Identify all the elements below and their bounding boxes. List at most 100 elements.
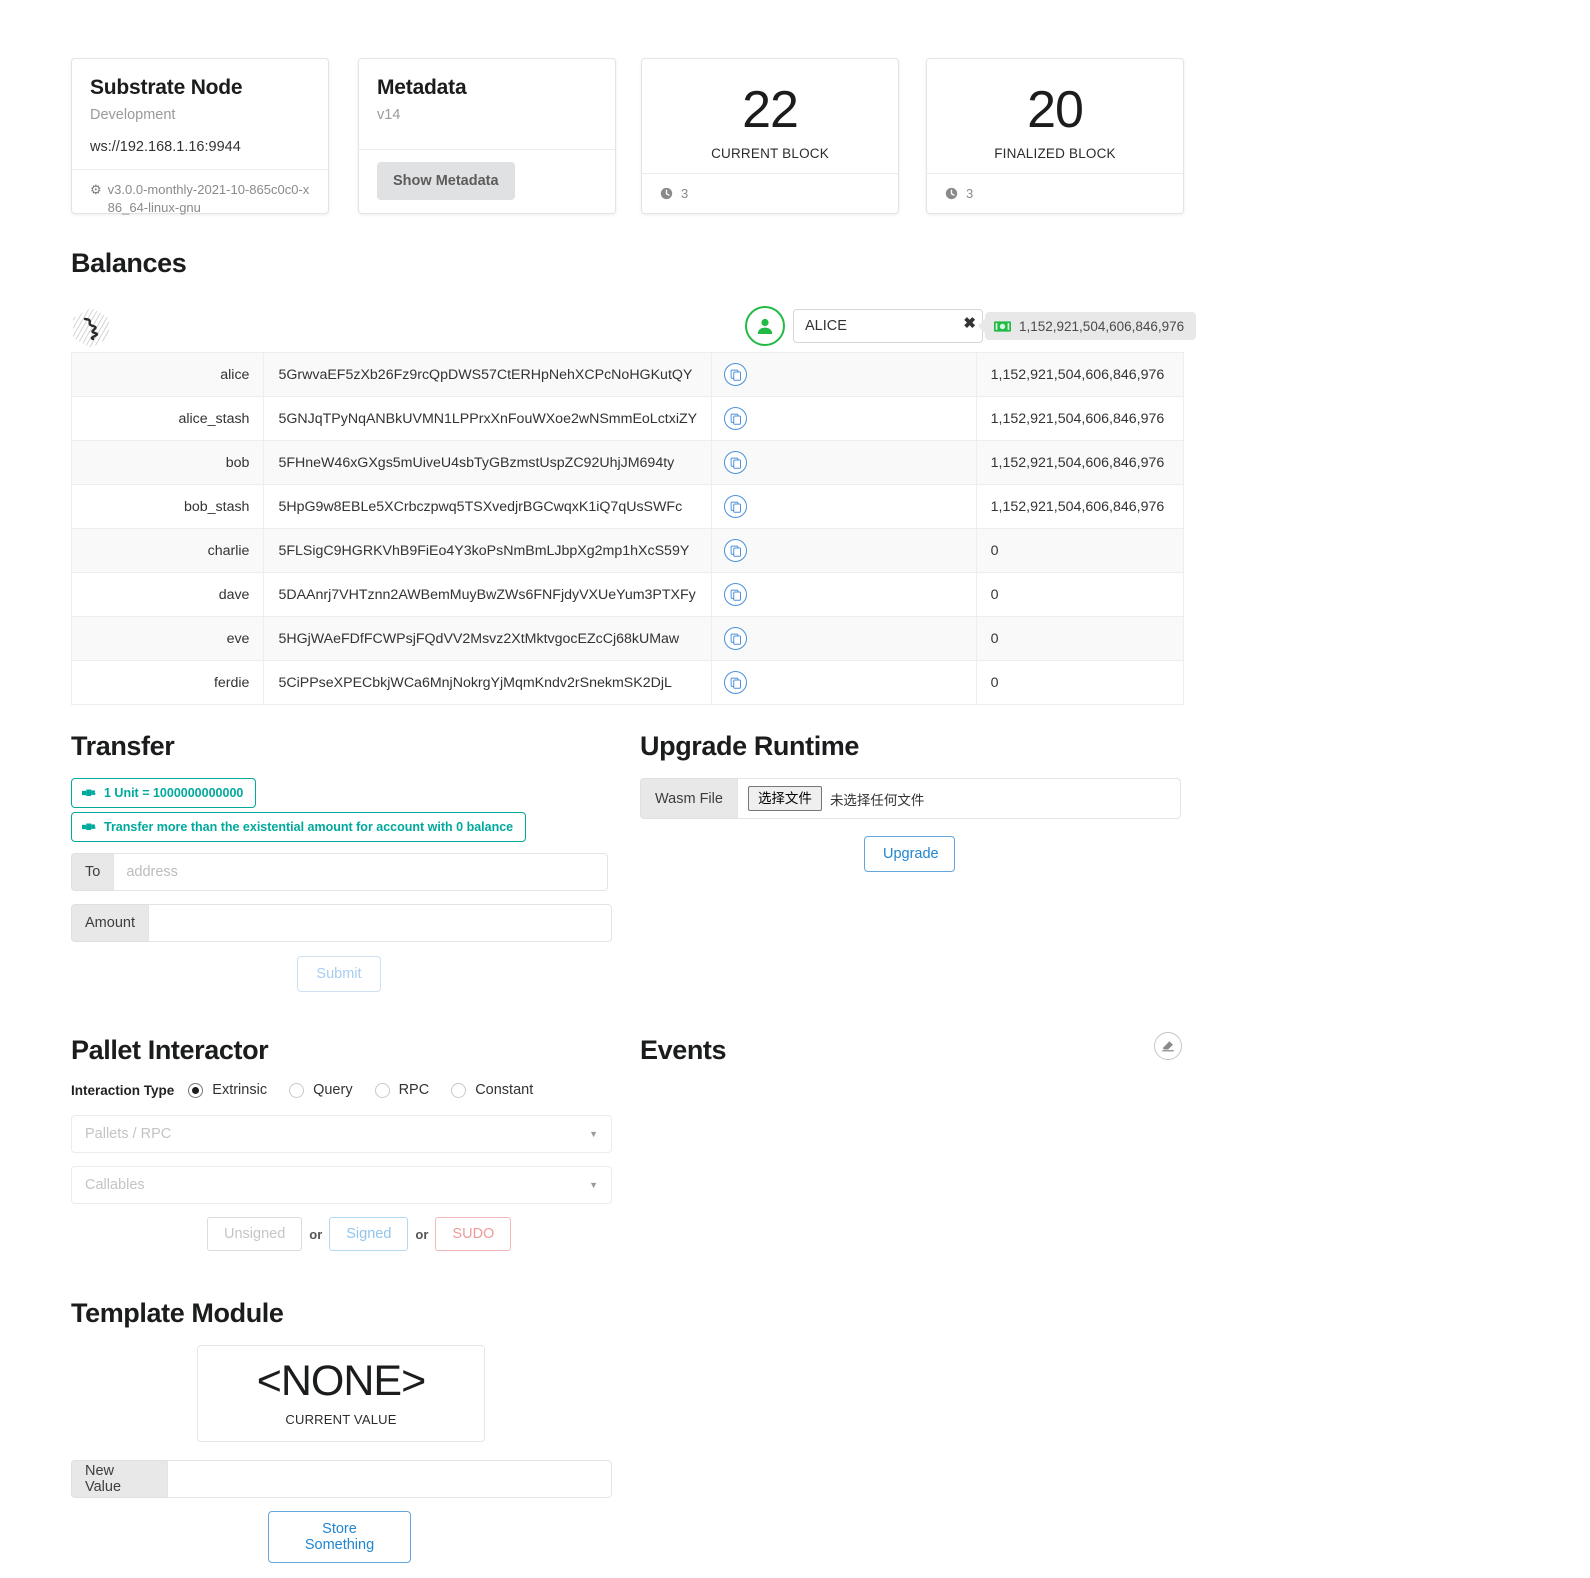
interaction-type-option[interactable]: RPC bbox=[374, 1082, 429, 1098]
store-something-button[interactable]: Store Something bbox=[268, 1511, 411, 1563]
copy-cell bbox=[711, 484, 977, 529]
table-row: dave 5DAAnrj7VHTznn2AWBemMuyBwZWs6FNFjdyV… bbox=[70, 572, 1185, 617]
account-address-cell: 5HGjWAeFDfFCWPsjFQdVV2Msvz2XtMktvgocEZcC… bbox=[263, 616, 713, 661]
account-name-cell: charlie bbox=[70, 528, 265, 573]
transfer-amount-row: Amount bbox=[71, 904, 612, 942]
account-input-wrapper: ✖ bbox=[793, 309, 983, 343]
radio-icon[interactable] bbox=[188, 1082, 204, 1098]
new-value-label: New Value bbox=[71, 1460, 167, 1498]
account-balance-value: 1,152,921,504,606,846,976 bbox=[1019, 318, 1185, 334]
radio-icon[interactable] bbox=[451, 1082, 467, 1098]
interaction-type-option[interactable]: Extrinsic bbox=[188, 1082, 267, 1098]
transfer-amount-input[interactable] bbox=[147, 904, 612, 942]
interaction-type-option[interactable]: Query bbox=[289, 1082, 353, 1098]
show-metadata-button[interactable]: Show Metadata bbox=[377, 162, 515, 200]
pallets-select[interactable]: Pallets / RPC ▼ bbox=[71, 1115, 612, 1153]
finalized-block-time: 3 bbox=[966, 186, 974, 201]
account-address-cell: 5HpG9w8EBLe5XCrbczpwq5TSXvedjrBGCwqxK1iQ… bbox=[263, 484, 713, 529]
table-row: alice_stash 5GNJqTPyNqANBkUVMN1LPPrxXnFou… bbox=[70, 396, 1185, 441]
transfer-amount-label: Amount bbox=[71, 904, 148, 942]
user-icon bbox=[745, 306, 785, 346]
balances-table: alice 5GrwvaEF5zXb26Fz9rcQpDWS57CtERHpNeh… bbox=[70, 352, 1185, 705]
new-value-row: New Value bbox=[71, 1460, 612, 1498]
node-card-subtitle: Development bbox=[90, 107, 176, 124]
transfer-unit-hint: 1 Unit = 1000000000000 bbox=[71, 778, 257, 808]
metadata-card-version: v14 bbox=[377, 107, 401, 124]
copy-cell bbox=[711, 616, 977, 661]
eraser-icon[interactable] bbox=[1154, 1032, 1182, 1060]
copy-icon[interactable] bbox=[724, 583, 748, 606]
unsigned-button[interactable]: Unsigned bbox=[207, 1217, 303, 1251]
copy-icon[interactable] bbox=[724, 627, 748, 650]
new-value-input[interactable] bbox=[166, 1460, 612, 1498]
wasm-file-row: Wasm File 选择文件 未选择任何文件 bbox=[640, 778, 1183, 819]
account-balance-cell: 0 bbox=[975, 660, 1185, 705]
transfer-existential-hint-text: Transfer more than the existential amoun… bbox=[104, 820, 514, 834]
node-card-title: Substrate Node bbox=[90, 76, 243, 99]
transfer-to-label: To bbox=[71, 853, 114, 891]
radio-icon[interactable] bbox=[289, 1082, 305, 1098]
wasm-file-input[interactable]: 选择文件 未选择任何文件 bbox=[736, 778, 1181, 819]
sudo-button[interactable]: SUDO bbox=[435, 1217, 512, 1251]
chevron-down-icon: ▼ bbox=[589, 1129, 598, 1139]
account-balance-cell: 0 bbox=[975, 572, 1185, 617]
current-block-value: 22 bbox=[742, 80, 799, 139]
copy-icon[interactable] bbox=[724, 495, 748, 518]
table-row: ferdie 5CiPPseXPECbkjWCa6MnjNokrgYjMqmKnd… bbox=[70, 660, 1185, 705]
metadata-card-footer: Show Metadata bbox=[359, 149, 615, 213]
node-card-endpoint: ws://192.168.1.16:9944 bbox=[90, 139, 241, 156]
account-search-input[interactable] bbox=[793, 309, 983, 343]
finalized-block-card: 20 FINALIZED BLOCK 3 bbox=[926, 58, 1184, 214]
metadata-card-body: Metadata v14 bbox=[359, 59, 615, 149]
hand-point-right-icon bbox=[82, 821, 96, 833]
finalized-block-body: 20 FINALIZED BLOCK bbox=[927, 59, 1183, 173]
account-address-cell: 5GNJqTPyNqANBkUVMN1LPPrxXnFouWXoe2wNSmmE… bbox=[263, 396, 713, 441]
interaction-type-option-label: Extrinsic bbox=[212, 1082, 268, 1098]
transfer-to-input[interactable] bbox=[113, 853, 609, 891]
copy-icon[interactable] bbox=[724, 671, 748, 694]
current-block-label: CURRENT BLOCK bbox=[711, 145, 829, 161]
interaction-type-row: Interaction Type Extrinsic Query RPC Consta… bbox=[71, 1082, 555, 1098]
account-address-cell: 5GrwvaEF5zXb26Fz9rcQpDWS57CtERHpNehXCPcN… bbox=[263, 352, 713, 397]
hand-point-right-icon bbox=[82, 787, 96, 799]
copy-cell bbox=[711, 528, 977, 573]
node-info-card: Substrate Node Development ws://192.168.… bbox=[71, 58, 329, 215]
account-address-cell: 5FLSigC9HGRKVhB9FiEo4Y3koPsNmBmLJbpXg2mp… bbox=[263, 528, 713, 573]
copy-icon[interactable] bbox=[724, 539, 748, 562]
signed-button[interactable]: Signed bbox=[329, 1217, 409, 1251]
pallet-interactor-heading: Pallet Interactor bbox=[71, 1035, 269, 1065]
account-balance-badge: 1,152,921,504,606,846,976 bbox=[985, 312, 1197, 340]
or-separator: or bbox=[415, 1226, 429, 1242]
transfer-submit-button[interactable]: Submit bbox=[297, 956, 381, 992]
transfer-existential-hint: Transfer more than the existential amoun… bbox=[71, 812, 527, 842]
substrate-hex-logo bbox=[71, 307, 111, 349]
template-module-heading: Template Module bbox=[71, 1298, 284, 1328]
radio-icon[interactable] bbox=[374, 1082, 390, 1098]
current-value-text: <NONE> bbox=[256, 1357, 426, 1405]
wasm-file-label: Wasm File bbox=[640, 778, 737, 819]
transfer-to-row: To bbox=[71, 853, 612, 891]
interaction-type-option[interactable]: Constant bbox=[451, 1082, 533, 1098]
callables-select-value: Callables bbox=[85, 1177, 145, 1193]
copy-icon[interactable] bbox=[724, 407, 748, 430]
account-address-cell: 5DAAnrj7VHTznn2AWBemMuyBwZWs6FNFjdyVXUeY… bbox=[263, 572, 713, 617]
close-icon[interactable]: ✖ bbox=[963, 316, 976, 331]
account-name-cell: bob bbox=[70, 440, 265, 485]
current-block-body: 22 CURRENT BLOCK bbox=[642, 59, 898, 173]
copy-icon[interactable] bbox=[724, 451, 748, 474]
current-block-footer: 3 bbox=[642, 173, 898, 213]
choose-file-button[interactable]: 选择文件 bbox=[747, 785, 822, 812]
copy-cell bbox=[711, 352, 977, 397]
transfer-heading: Transfer bbox=[71, 731, 175, 761]
account-balance-cell: 1,152,921,504,606,846,976 bbox=[975, 484, 1185, 529]
account-balance-cell: 1,152,921,504,606,846,976 bbox=[975, 396, 1185, 441]
or-separator: or bbox=[309, 1226, 323, 1242]
account-name-cell: ferdie bbox=[70, 660, 265, 705]
copy-cell bbox=[711, 396, 977, 441]
upgrade-button[interactable]: Upgrade bbox=[864, 836, 955, 872]
callables-select[interactable]: Callables ▼ bbox=[71, 1166, 612, 1204]
copy-cell bbox=[711, 440, 977, 485]
interaction-type-label: Interaction Type bbox=[71, 1082, 175, 1098]
copy-icon[interactable] bbox=[724, 363, 748, 386]
account-selector: ✖ 1,152,921,504,606,846,976 bbox=[745, 306, 1197, 346]
